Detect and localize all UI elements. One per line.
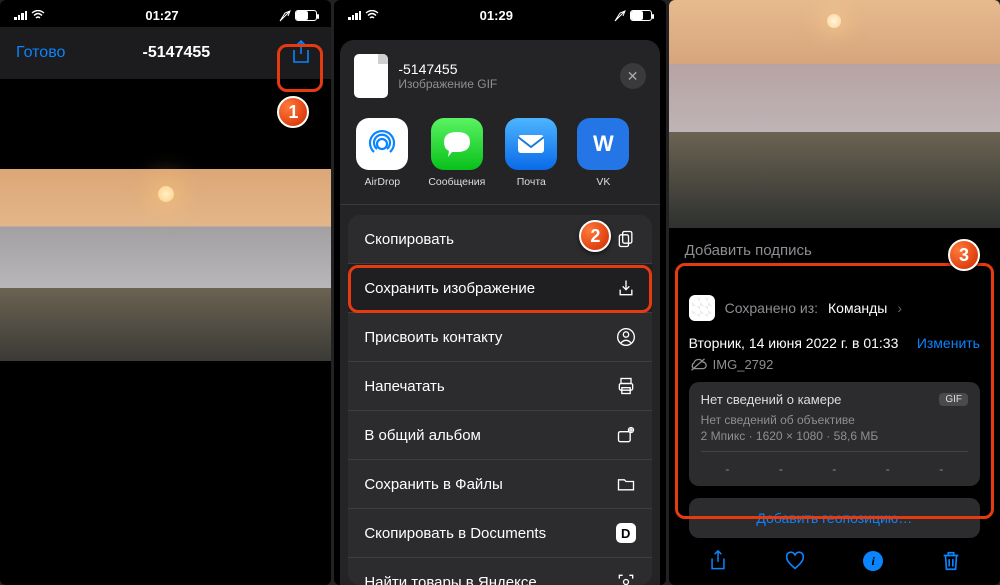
edit-date-button[interactable]: Изменить [917,335,980,351]
done-button[interactable]: Готово [16,44,65,62]
app-mail[interactable]: Почта [505,118,557,188]
callout-badge-1: 1 [277,96,309,128]
bottom-toolbar: i [669,537,1000,585]
download-icon [616,278,636,298]
filename-label: IMG_2792 [713,357,774,372]
share-button[interactable] [287,39,315,67]
print-icon [616,376,636,396]
viewer-header: Готово -5147455 [0,27,331,79]
airdrop-icon [356,118,408,170]
screenshot-2: 01:29 -5147455 Изображение GIF ✕ AirDrop… [334,0,665,585]
camera-info-box: Нет сведений о камере GIF Нет сведений о… [689,382,980,486]
no-camera-label: Нет сведений о камере [701,392,842,407]
documents-app-icon: D [616,523,636,543]
file-title: -5147455 [143,44,211,62]
action-save-image[interactable]: Сохранить изображение [348,264,651,313]
saved-from-row[interactable]: Сохранено из: Команды › [689,289,980,333]
image-specs: 2 Мпикс · 1620 × 1080 · 58,6 МБ [701,429,968,443]
share-sheet: -5147455 Изображение GIF ✕ AirDrop Сообщ… [340,40,659,585]
close-button[interactable]: ✕ [620,63,646,89]
app-messages[interactable]: Сообщения [428,118,485,188]
action-shared-album[interactable]: В общий альбом [348,411,651,460]
share-apps-row: AirDrop Сообщения Почта W VK [340,108,659,205]
capture-date: Вторник, 14 июня 2022 г. в 01:33 [689,335,899,351]
messages-icon [431,118,483,170]
status-time: 01:27 [145,8,178,23]
share-file-name: -5147455 [398,61,609,77]
action-save-files[interactable]: Сохранить в Файлы [348,460,651,509]
callout-badge-3: 3 [948,239,980,271]
image-content[interactable] [669,0,1000,228]
copy-icon [616,229,636,249]
vk-icon: W [577,118,629,170]
screenshot-1: 01:27 Готово -5147455 1 [0,0,331,585]
status-time: 01:29 [480,8,513,23]
cloud-off-icon [689,358,707,372]
info-panel: Сохранено из: Команды › Вторник, 14 июня… [677,279,992,552]
shared-album-icon [616,425,636,445]
status-bar: 01:27 [0,0,331,27]
info-button[interactable]: i [861,549,885,573]
scan-icon [616,572,636,585]
app-airdrop[interactable]: AirDrop [356,118,408,188]
no-lens-label: Нет сведений об объективе [701,413,968,427]
share-actions: Скопировать Сохранить изображение Присво… [348,215,651,585]
image-content [0,169,331,361]
action-copy-documents[interactable]: Скопировать в Documents D [348,509,651,558]
share-file-type: Изображение GIF [398,77,609,91]
exif-dashes: ----- [701,451,968,476]
screenshot-3: Добавить подпись Сохранено из: Команды ›… [669,0,1000,585]
favorite-button[interactable] [783,549,807,573]
contact-icon [616,327,636,347]
status-bar: 01:29 [334,0,665,27]
action-find-yandex[interactable]: Найти товары в Яндексе [348,558,651,585]
app-thumbnail [689,295,715,321]
action-print[interactable]: Напечатать [348,362,651,411]
add-geolocation-button[interactable]: Добавить геопозицию… [689,498,980,538]
document-icon [354,54,388,98]
chevron-right-icon: › [897,300,902,316]
info-icon: i [863,551,883,571]
action-assign-contact[interactable]: Присвоить контакту [348,313,651,362]
app-vk[interactable]: W VK [577,118,629,188]
mail-icon [505,118,557,170]
folder-icon [616,474,636,494]
saved-from-app: Команды [828,300,887,316]
gif-badge: GIF [939,393,968,406]
delete-button[interactable] [939,549,963,573]
share-button[interactable] [706,549,730,573]
